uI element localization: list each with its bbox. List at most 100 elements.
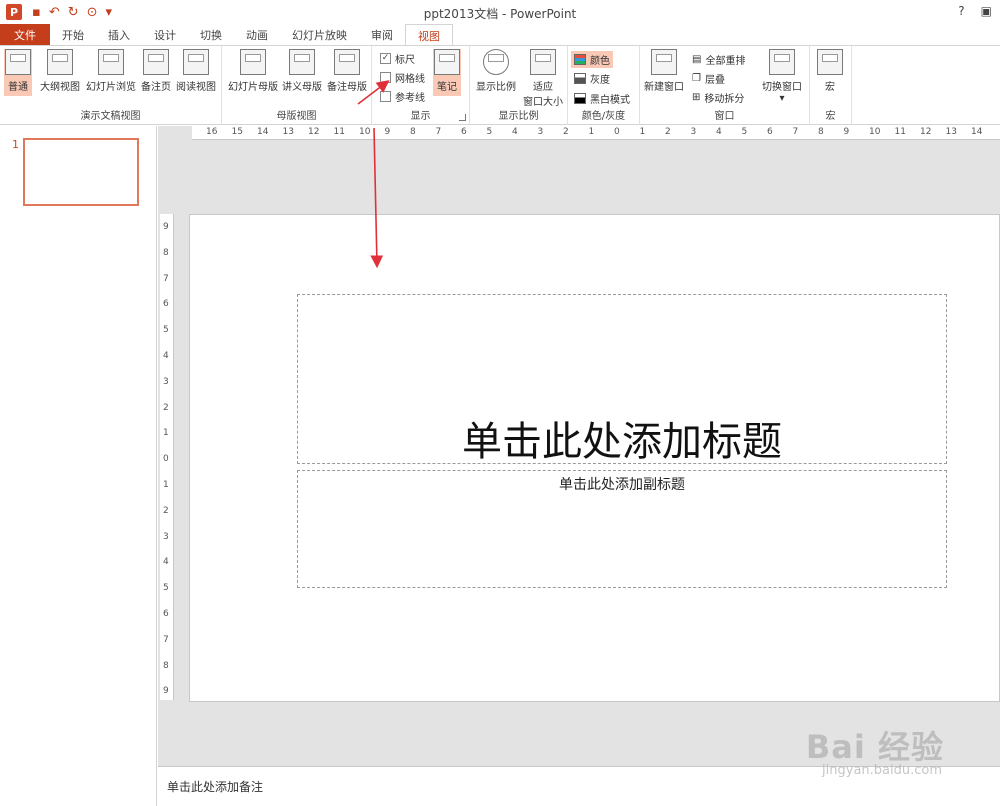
fit-to-window-button[interactable]: 适应 窗口大小 bbox=[523, 49, 563, 108]
slide-thumbnail[interactable] bbox=[23, 138, 139, 206]
ruler-label-h: 7 bbox=[792, 127, 799, 137]
tab-design[interactable]: 设计 bbox=[142, 24, 188, 45]
group-label-presentation-views: 演示文稿视图 bbox=[80, 111, 141, 122]
ruler-label-v: 2 bbox=[163, 505, 169, 516]
ruler-label-h: 7 bbox=[435, 127, 442, 137]
new-window-button[interactable]: 新建窗口 bbox=[644, 49, 684, 93]
reading-view-label: 阅读视图 bbox=[176, 82, 216, 93]
ruler-label-h: 2 bbox=[563, 127, 569, 137]
color-button[interactable]: 颜色 bbox=[571, 51, 613, 68]
ruler-label-h: 14 bbox=[971, 127, 983, 137]
tab-slideshow[interactable]: 幻灯片放映 bbox=[280, 24, 359, 45]
gridlines-checkbox[interactable] bbox=[380, 72, 391, 83]
tab-review[interactable]: 审阅 bbox=[359, 24, 405, 45]
guides-checkbox-row[interactable]: 参考线 bbox=[380, 89, 425, 104]
normal-view-button[interactable]: 普通 bbox=[4, 49, 32, 96]
slide-master-button[interactable]: 幻灯片母版 bbox=[228, 49, 278, 93]
ruler-label-v: 3 bbox=[163, 531, 169, 542]
handout-master-button[interactable]: 讲义母版 bbox=[282, 49, 322, 93]
tab-insert[interactable]: 插入 bbox=[96, 24, 142, 45]
arrange-all-icon: ▤ bbox=[692, 54, 702, 65]
handout-master-icon bbox=[289, 49, 315, 75]
group-label-color-grayscale: 颜色/灰度 bbox=[581, 111, 626, 122]
group-window: 新建窗口 ▤ 全部重排 ❐ 层叠 ⊞ 移动拆分 切换窗口 ▾ 窗口 bbox=[640, 46, 810, 125]
chevron-down-icon: ▾ bbox=[779, 93, 785, 104]
new-window-icon bbox=[651, 49, 677, 75]
group-label-window: 窗口 bbox=[714, 111, 735, 122]
guides-label: 参考线 bbox=[395, 93, 425, 104]
switch-windows-icon bbox=[769, 49, 795, 75]
reading-view-button[interactable]: 阅读视图 bbox=[176, 49, 216, 93]
ribbon-display-button[interactable]: ▣ bbox=[981, 4, 992, 18]
grayscale-button[interactable]: 灰度 bbox=[574, 71, 610, 86]
ruler-label-h: 8 bbox=[818, 127, 824, 137]
cascade-button[interactable]: ❐ 层叠 bbox=[692, 71, 725, 86]
gridlines-checkbox-row[interactable]: 网格线 bbox=[380, 70, 425, 85]
notes-master-label: 备注母版 bbox=[327, 82, 367, 93]
vertical-ruler[interactable]: 9 8 7 6 5 4 3 2 1 0 1 2 3 4 5 6 7 8 9 bbox=[160, 214, 174, 700]
zoom-button[interactable]: 显示比例 bbox=[476, 49, 516, 93]
baidu-watermark-url: jingyan.baidu.com bbox=[822, 763, 942, 778]
color-swatch-icon bbox=[574, 54, 586, 65]
subtitle-placeholder[interactable]: 单击此处添加副标题 bbox=[297, 470, 947, 588]
black-white-button[interactable]: 黑白模式 bbox=[574, 91, 630, 106]
show-dialog-launcher-icon[interactable] bbox=[459, 114, 466, 121]
move-split-button[interactable]: ⊞ 移动拆分 bbox=[692, 90, 744, 105]
help-button[interactable]: ? bbox=[958, 4, 964, 18]
ruler-label-h: 0 bbox=[614, 127, 620, 137]
ruler-label: 标尺 bbox=[395, 55, 415, 66]
ruler-label-h: 3 bbox=[537, 127, 544, 137]
normal-view-label: 普通 bbox=[8, 82, 28, 93]
ruler-checkbox-row[interactable]: ✓ 标尺 bbox=[380, 51, 415, 66]
ruler-label-v: 8 bbox=[163, 660, 169, 671]
slide-sorter-icon bbox=[98, 49, 124, 75]
tab-animations[interactable]: 动画 bbox=[234, 24, 280, 45]
notes-page-button[interactable]: 备注页 bbox=[141, 49, 171, 93]
arrange-all-button[interactable]: ▤ 全部重排 bbox=[692, 52, 745, 67]
ruler-checkbox[interactable]: ✓ bbox=[380, 53, 391, 64]
macros-button[interactable]: 宏 bbox=[817, 49, 843, 93]
group-label-show: 显示 bbox=[410, 111, 431, 122]
group-color-grayscale: 颜色 灰度 黑白模式 颜色/灰度 bbox=[568, 46, 640, 125]
macros-icon bbox=[817, 49, 843, 75]
ruler-label-v: 1 bbox=[163, 428, 169, 439]
tab-home[interactable]: 开始 bbox=[50, 24, 96, 45]
outline-view-button[interactable]: 大纲视图 bbox=[40, 49, 80, 93]
ruler-label-h: 8 bbox=[410, 127, 416, 137]
fit-window-icon bbox=[530, 49, 556, 75]
outline-view-icon bbox=[47, 49, 73, 75]
switch-windows-button[interactable]: 切换窗口 ▾ bbox=[762, 49, 802, 104]
ruler-label-v: 4 bbox=[163, 557, 169, 568]
ruler-label-v: 0 bbox=[163, 454, 169, 465]
window-title: ppt2013文档 - PowerPoint bbox=[423, 7, 577, 21]
ruler-label-h: 13 bbox=[945, 127, 957, 137]
slide-sorter-button[interactable]: 幻灯片浏览 bbox=[86, 49, 136, 93]
ruler-label-h: 12 bbox=[308, 127, 320, 137]
ruler-label-v: 7 bbox=[163, 273, 169, 284]
slide-sorter-label: 幻灯片浏览 bbox=[86, 82, 136, 93]
ruler-label-h: 11 bbox=[894, 127, 906, 137]
ruler-label-h: 10 bbox=[359, 127, 371, 137]
ruler-label-h: 6 bbox=[461, 127, 467, 137]
notes-placeholder-text: 单击此处添加备注 bbox=[167, 780, 264, 794]
slide-number: 1 bbox=[12, 138, 19, 151]
notes-toggle-button[interactable]: 笔记 bbox=[433, 49, 461, 96]
slide-master-icon bbox=[240, 49, 266, 75]
ruler-label-v: 3 bbox=[163, 376, 169, 387]
notes-master-button[interactable]: 备注母版 bbox=[327, 49, 367, 93]
ruler-label-h: 2 bbox=[665, 127, 671, 137]
baidu-watermark: Bai 经验 bbox=[805, 728, 944, 766]
ruler-label-v: 9 bbox=[163, 686, 169, 697]
tab-transitions[interactable]: 切换 bbox=[188, 24, 234, 45]
guides-checkbox[interactable] bbox=[380, 91, 391, 102]
normal-view-icon bbox=[5, 49, 31, 75]
group-presentation-views: 普通 大纲视图 幻灯片浏览 备注页 阅读视图 演示文稿视图 bbox=[0, 46, 222, 125]
tab-view[interactable]: 视图 bbox=[405, 24, 453, 46]
title-placeholder[interactable]: 单击此处添加标题 bbox=[297, 294, 947, 465]
ruler-label-h: 11 bbox=[333, 127, 345, 137]
tab-file[interactable]: 文件 bbox=[0, 24, 50, 45]
ruler-label-v: 1 bbox=[163, 480, 169, 490]
move-split-label: 移动拆分 bbox=[704, 94, 745, 105]
horizontal-ruler[interactable]: 16 15 14 13 12 11 10 9 8 7 6 5 4 3 2 1 0 1 2 3 4 5 6 7 8 9 10 11 12 1… bbox=[192, 126, 1000, 140]
ruler-label-h: 13 bbox=[282, 127, 294, 137]
